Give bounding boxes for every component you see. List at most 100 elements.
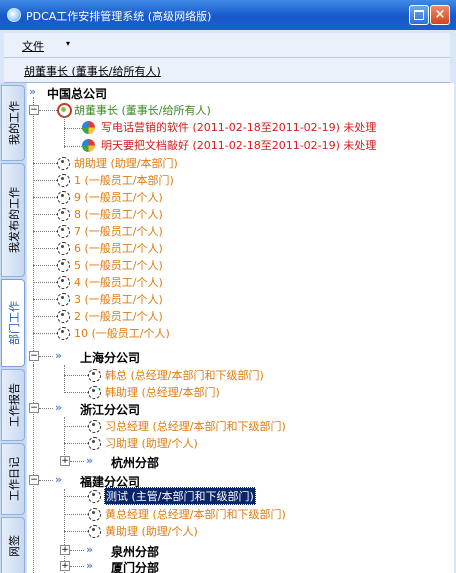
task-icon — [82, 139, 95, 152]
person-icon — [57, 242, 70, 255]
tree-line — [70, 461, 84, 462]
tree-line — [64, 514, 88, 515]
expand-chevron-icon[interactable]: » — [55, 473, 62, 486]
tree-node-employee[interactable]: 习助理 (助理/个人) — [105, 435, 198, 451]
tree-line — [64, 531, 88, 532]
person-icon — [88, 369, 101, 382]
expand-chevron-icon[interactable]: » — [86, 559, 93, 572]
org-quanzhou[interactable]: 泉州分部 — [111, 543, 159, 560]
tree-node-employee[interactable]: 10 (一般员工/个人) — [74, 325, 170, 341]
tree-line — [33, 333, 57, 334]
menu-file[interactable]: 文件 — [22, 38, 44, 54]
person-icon — [57, 310, 70, 323]
tree-node-employee[interactable]: 9 (一般员工/个人) — [74, 189, 163, 205]
tree-node-chairman[interactable]: 胡董事长 (董事长/给所有人) — [74, 102, 211, 118]
tree-line — [33, 365, 34, 573]
person-icon — [57, 259, 70, 272]
tree-line — [33, 231, 57, 232]
person-icon — [88, 386, 101, 399]
tree-node-employee[interactable]: 7 (一般员工/个人) — [74, 223, 163, 239]
org-hangzhou[interactable]: 杭州分部 — [111, 454, 159, 471]
org-shanghai[interactable]: 上海分公司 — [80, 349, 140, 366]
person-icon — [57, 327, 70, 340]
expand-toggle[interactable]: + — [60, 561, 70, 571]
tree-line — [64, 365, 65, 393]
expand-toggle[interactable]: + — [60, 545, 70, 555]
tree-node-employee[interactable]: 韩总 (总经理/本部门和下级部门) — [105, 367, 264, 383]
minimize-button[interactable] — [409, 5, 429, 25]
tree-node-employee[interactable]: 5 (一般员工/个人) — [74, 257, 163, 273]
expand-chevron-icon[interactable]: » — [86, 543, 93, 556]
org-tree: » 中国总公司 − 胡董事长 (董事长/给所有人) 写电话营销的软件 (2011… — [27, 83, 454, 573]
task-item[interactable]: 明天要把文档敲好 (2011-02-18至2011-02-19) 未处理 — [101, 137, 376, 153]
expand-chevron-icon[interactable]: » — [55, 401, 62, 414]
person-icon — [88, 420, 101, 433]
tree-line — [64, 375, 88, 376]
tree-line — [33, 299, 57, 300]
tree-node-employee[interactable]: 4 (一般员工/个人) — [74, 274, 163, 290]
tree-line — [64, 443, 88, 444]
tree-node-employee[interactable]: 8 (一般员工/个人) — [74, 206, 163, 222]
title-bar[interactable]: PDCA工作安排管理系统 (高级网络版) × — [0, 0, 456, 30]
person-icon — [57, 208, 70, 221]
person-icon — [57, 191, 70, 204]
tree-line — [33, 248, 57, 249]
tree-line — [33, 180, 57, 181]
tree-node-employee[interactable]: 6 (一般员工/个人) — [74, 240, 163, 256]
tree-line — [64, 146, 82, 147]
tree-line — [39, 408, 53, 409]
collapse-toggle[interactable]: − — [29, 351, 39, 361]
tree-line — [64, 496, 88, 497]
tree-line — [33, 214, 57, 215]
tree-node-employee[interactable]: 2 (一般员工/个人) — [74, 308, 163, 324]
org-zhejiang[interactable]: 浙江分公司 — [80, 401, 140, 418]
current-user-link[interactable]: 胡董事长 (董事长/给所有人) — [24, 63, 161, 79]
person-icon — [88, 508, 101, 521]
person-icon — [57, 276, 70, 289]
task-item[interactable]: 写电话营销的软件 (2011-02-18至2011-02-19) 未处理 — [101, 119, 376, 135]
person-icon — [57, 293, 70, 306]
collapse-toggle[interactable]: − — [29, 475, 39, 485]
tab-work-diary[interactable]: 工作日记 — [1, 443, 25, 515]
org-xiamen[interactable]: 厦门分部 — [111, 559, 159, 573]
tree-node-employee[interactable]: 1 (一般员工/本部门) — [74, 172, 174, 188]
tab-work-report[interactable]: 工作报告 — [1, 369, 25, 441]
tree-line — [39, 356, 53, 357]
person-icon — [88, 490, 101, 503]
person-icon — [57, 225, 70, 238]
tree-node-employee[interactable]: 3 (一般员工/个人) — [74, 291, 163, 307]
tree-node-employee[interactable]: 胡助理 (助理/本部门) — [74, 155, 178, 171]
tree-line — [33, 197, 57, 198]
tab-my-published[interactable]: 我发布的工作 — [1, 163, 25, 277]
person-icon — [57, 174, 70, 187]
tree-node-employee[interactable]: 黄助理 (助理/个人) — [105, 523, 198, 539]
task-icon — [82, 121, 95, 134]
collapse-toggle[interactable]: − — [29, 403, 39, 413]
tree-line — [64, 128, 82, 129]
tree-node-employee[interactable]: 黄总经理 (总经理/本部门和下级部门) — [105, 506, 286, 522]
tree-node-employee[interactable]: 韩助理 (总经理/本部门) — [105, 384, 220, 400]
tree-line — [64, 392, 88, 393]
tab-sign[interactable]: 网签 — [1, 517, 25, 573]
chevron-down-icon[interactable]: ▾ — [66, 39, 70, 48]
expand-chevron-icon[interactable]: » — [29, 85, 36, 98]
tree-line — [33, 316, 57, 317]
person-icon — [88, 525, 101, 538]
expand-chevron-icon[interactable]: » — [86, 454, 93, 467]
close-button[interactable]: × — [430, 5, 450, 25]
tree-node-employee[interactable]: 习总经理 (总经理/本部门和下级部门) — [105, 418, 286, 434]
tree-line — [33, 97, 34, 367]
side-tab-strip: 我的工作 我发布的工作 部门工作 工作报告 工作日记 网签 — [0, 83, 26, 573]
expand-chevron-icon[interactable]: » — [55, 349, 62, 362]
tree-line — [33, 282, 57, 283]
window-restore-icon — [414, 10, 424, 20]
tree-line — [39, 480, 53, 481]
tree-line — [33, 163, 57, 164]
tree-node-selected[interactable]: 测试 (主管/本部门和下级部门) — [104, 487, 256, 505]
tree-line — [70, 550, 84, 551]
expand-toggle[interactable]: + — [60, 456, 70, 466]
tab-my-work[interactable]: 我的工作 — [1, 85, 25, 161]
collapse-toggle[interactable]: − — [29, 105, 39, 115]
org-root[interactable]: 中国总公司 — [47, 85, 107, 102]
tab-department-work[interactable]: 部门工作 — [1, 279, 25, 367]
